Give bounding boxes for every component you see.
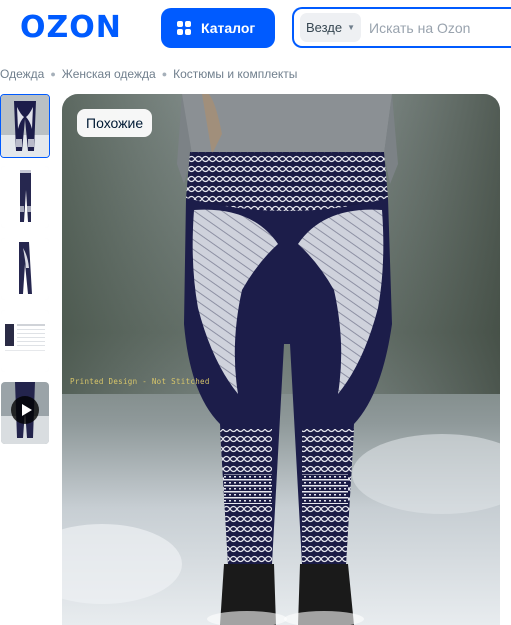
ozon-logo[interactable]: OZON	[20, 10, 122, 45]
similar-button[interactable]: Похожие	[77, 109, 153, 137]
thumbnail-video[interactable]	[1, 382, 49, 444]
search-bar: Везде ▼	[292, 7, 511, 48]
breadcrumb-item-clothing[interactable]: Одежда	[0, 67, 44, 81]
breadcrumb-separator: ●	[50, 69, 56, 79]
grid-icon	[177, 21, 191, 35]
main-product-image[interactable]: Похожие Printed Design - Not Stitched	[62, 94, 500, 625]
product-photo	[62, 94, 500, 625]
image-caption: Printed Design - Not Stitched	[70, 377, 210, 386]
play-icon	[11, 396, 39, 424]
thumbnail-3[interactable]	[1, 238, 49, 300]
catalog-button[interactable]: Каталог	[161, 8, 275, 48]
search-scope-select[interactable]: Везде ▼	[300, 13, 362, 42]
breadcrumb-item-womens-clothing[interactable]: Женская одежда	[62, 67, 156, 81]
breadcrumb: Одежда ● Женская одежда ● Костюмы и комп…	[0, 67, 297, 81]
chevron-down-icon: ▼	[347, 23, 356, 32]
breadcrumb-separator: ●	[161, 69, 168, 79]
header: OZON Каталог Везде ▼	[0, 0, 511, 56]
thumbnail-2[interactable]	[1, 166, 49, 228]
catalog-label: Каталог	[201, 20, 256, 36]
search-scope-label: Везде	[306, 20, 343, 35]
thumbnail-1[interactable]	[0, 94, 50, 158]
search-input[interactable]	[369, 19, 510, 36]
breadcrumb-item-suits-sets[interactable]: Костюмы и комплекты	[173, 67, 297, 81]
thumbnail-size-chart[interactable]	[1, 310, 49, 372]
